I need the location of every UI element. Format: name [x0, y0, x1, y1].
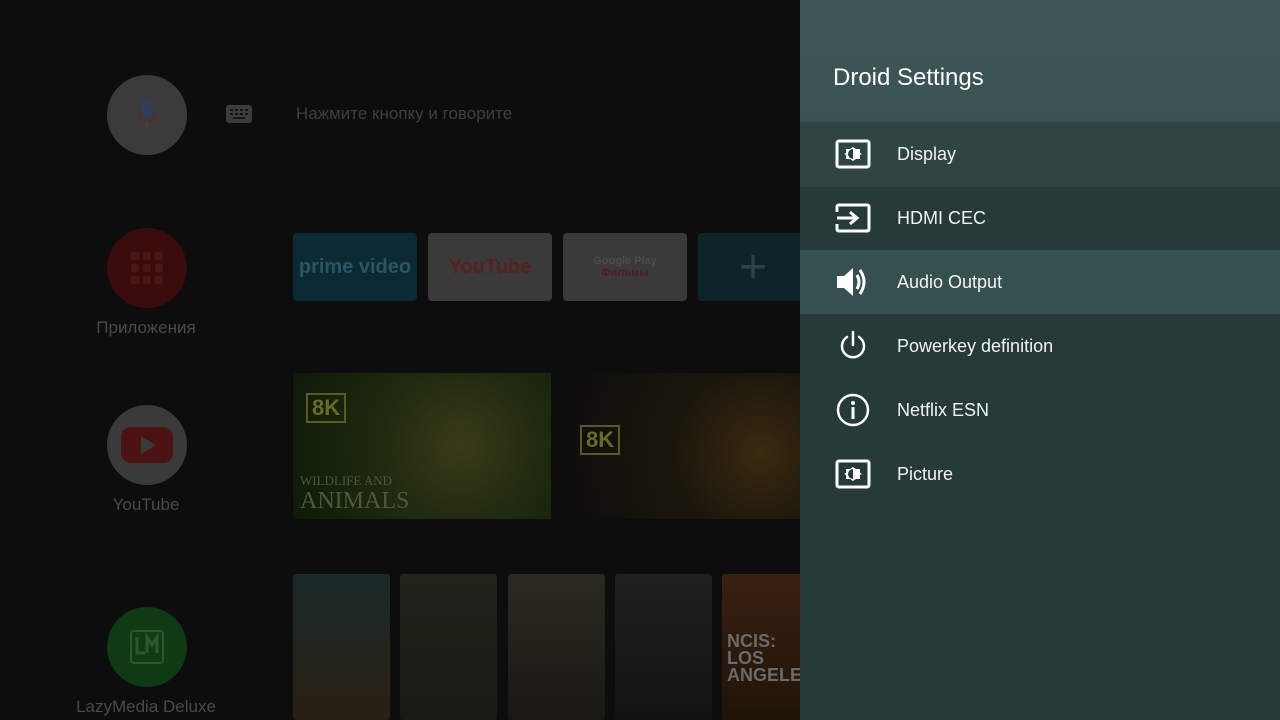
info-icon: [833, 392, 873, 428]
speaker-icon: [833, 264, 873, 300]
apps-label: Приложения: [96, 318, 196, 337]
power-icon: [833, 328, 873, 364]
movie-poster[interactable]: [615, 574, 712, 720]
menu-item-label: Audio Output: [897, 271, 1003, 292]
menu-item-hdmi-cec[interactable]: HDMI CEC: [800, 186, 1280, 250]
menu-item-audio-output[interactable]: Audio Output: [800, 250, 1280, 314]
search-hint: Нажмите кнопку и говорите: [296, 104, 513, 123]
lazymedia-label: LazyMedia Deluxe: [76, 697, 216, 716]
add-app-tile[interactable]: +: [698, 233, 800, 301]
youtube-logo: YouTube: [448, 255, 532, 278]
menu-item-display[interactable]: Display: [800, 122, 1280, 186]
input-icon: [833, 200, 873, 236]
keyboard-icon[interactable]: [226, 105, 252, 123]
lazymedia-logo-icon: [130, 630, 164, 664]
google-play-logo: Google Play: [593, 255, 657, 267]
menu-item-picture[interactable]: Picture: [800, 442, 1280, 506]
youtube-icon: [121, 427, 173, 463]
settings-panel: Droid Settings Display HDMI CEC Audio Ou…: [800, 0, 1280, 720]
menu-item-label: Display: [897, 143, 957, 164]
voice-search-button[interactable]: [107, 75, 187, 155]
youtube-label: YouTube: [112, 495, 180, 514]
poster-title: NCIS: LOS ANGELES: [727, 631, 800, 686]
display-icon: [833, 136, 873, 172]
prime-video-logo: prime video: [298, 255, 412, 278]
movie-poster[interactable]: [508, 574, 605, 720]
apps-button[interactable]: [107, 228, 187, 308]
panel-title: Droid Settings: [833, 64, 984, 91]
lazymedia-button[interactable]: [107, 607, 187, 687]
panel-header: Droid Settings: [800, 0, 1280, 122]
apps-grid-icon: [131, 252, 163, 284]
menu-item-powerkey-definition[interactable]: Powerkey definition: [800, 314, 1280, 378]
google-play-sub: Фильмы: [601, 267, 649, 279]
microphone-icon: [138, 100, 156, 129]
app-tile-prime-video[interactable]: prime video: [293, 233, 417, 301]
launcher-background: Нажмите кнопку и говорите Приложения You…: [0, 0, 800, 720]
app-tile-google-play-movies[interactable]: Google Play Фильмы: [563, 233, 687, 301]
8k-badge: 8K: [306, 393, 347, 423]
movie-poster[interactable]: [400, 574, 497, 720]
8k-badge: 8K: [580, 425, 621, 455]
banner-title-small: WILDLIFE AND: [300, 473, 393, 488]
menu-item-label: Netflix ESN: [897, 399, 990, 420]
menu-item-label: Powerkey definition: [897, 335, 1054, 356]
display-icon: [833, 456, 873, 492]
banner-title: WILDLIFE AND ANIMALS: [300, 473, 410, 515]
youtube-channel-button[interactable]: [107, 405, 187, 485]
banner-title-big: ANIMALS: [300, 488, 410, 515]
plus-icon: +: [738, 240, 768, 294]
app-tile-youtube[interactable]: YouTube: [428, 233, 552, 301]
menu-item-label: Picture: [897, 463, 954, 484]
menu-item-label: HDMI CEC: [897, 207, 986, 228]
menu-item-netflix-esn[interactable]: Netflix ESN: [800, 378, 1280, 442]
movie-poster[interactable]: [293, 574, 390, 720]
